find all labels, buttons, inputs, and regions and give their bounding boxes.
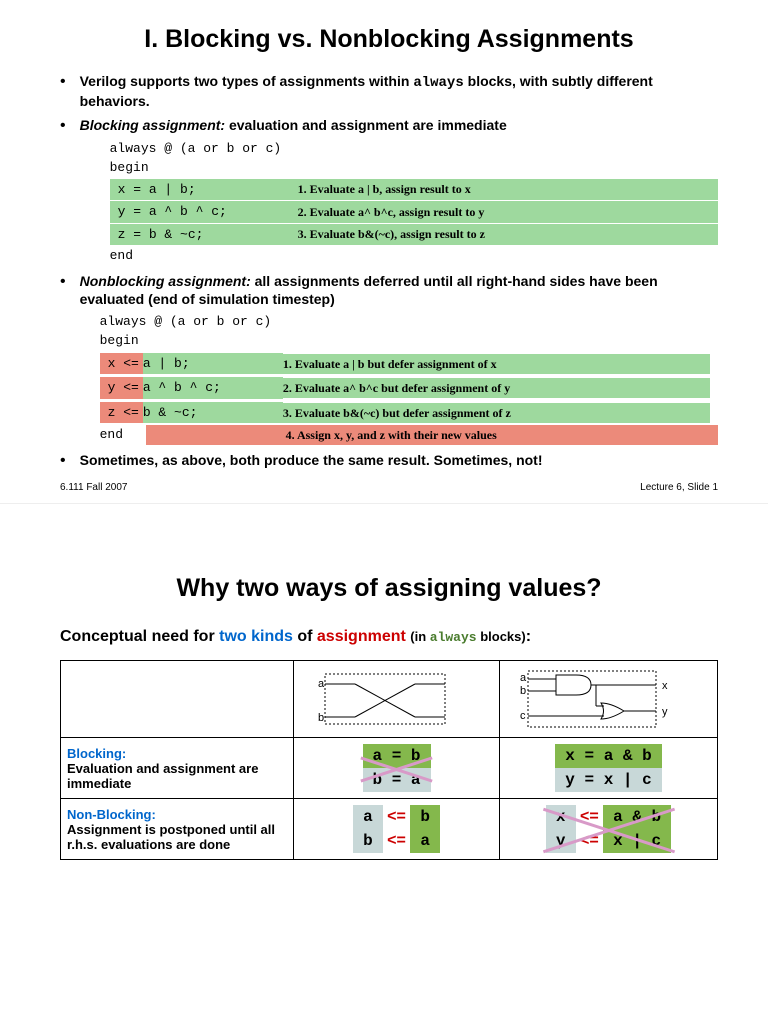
code2-r1-desc: 1. Evaluate a | b but defer assignment o… bbox=[283, 354, 710, 374]
eq-b3: b bbox=[353, 829, 383, 853]
code1-row1: x = a | b;1. Evaluate a | b, assign resu… bbox=[110, 179, 718, 201]
eq-a3: a bbox=[410, 829, 440, 853]
code1-row3: z = b & ~c;3. Evaluate b&(~c), assign re… bbox=[110, 224, 718, 246]
svg-text:c: c bbox=[520, 710, 526, 722]
swap-diagram-cell: a b bbox=[294, 661, 500, 738]
bullet-1: Verilog supports two types of assignment… bbox=[60, 72, 718, 110]
code1-r1-desc: 1. Evaluate a | b, assign result to x bbox=[298, 180, 471, 198]
slide1-title: I. Blocking vs. Nonblocking Assignments bbox=[60, 25, 718, 54]
bullet4-text: Sometimes, as above, both produce the sa… bbox=[80, 451, 718, 472]
bullet-2: Blocking assignment: evaluation and assi… bbox=[60, 116, 718, 265]
eq-x2: x bbox=[546, 805, 576, 829]
bullet3-title: Nonblocking assignment: bbox=[80, 273, 251, 289]
eq-le-3: <= bbox=[580, 808, 599, 825]
code2-r2-left: y <= bbox=[100, 377, 143, 399]
eq-rhs-xc: x | c bbox=[603, 829, 671, 853]
blocking-label: Blocking: Evaluation and assignment are … bbox=[61, 738, 294, 799]
code2-r3-left: z <= bbox=[100, 402, 143, 424]
code1-r3-desc: 3. Evaluate b&(~c), assign result to z bbox=[298, 225, 485, 243]
code1-r2-code: y = a ^ b ^ c; bbox=[118, 202, 298, 222]
code1-r3-code: z = b & ~c; bbox=[118, 225, 298, 245]
svg-text:x: x bbox=[662, 680, 668, 692]
code1-row2: y = a ^ b ^ c;2. Evaluate a^ b^c, assign… bbox=[110, 201, 718, 223]
code2-r3-right: b & ~c; bbox=[143, 402, 283, 424]
code2-line2: begin bbox=[100, 331, 718, 351]
svg-text:a: a bbox=[520, 672, 527, 684]
eq-y-xc: y = x | c bbox=[555, 768, 661, 792]
blocking-gates-cell: x = a & b y = x | c bbox=[500, 738, 718, 799]
svg-text:y: y bbox=[662, 706, 668, 718]
comparison-table: a b a b c x y bbox=[60, 660, 718, 860]
nonblocking-swap-cell: a <= b b <= a bbox=[294, 799, 500, 860]
svg-text:b: b bbox=[318, 712, 324, 724]
gates-diagram-cell: a b c x y bbox=[500, 661, 718, 738]
svg-text:b: b bbox=[520, 685, 526, 697]
footer-left: 6.111 Fall 2007 bbox=[60, 482, 127, 493]
code2-r2-right: a ^ b ^ c; bbox=[143, 377, 283, 399]
code2-r2-desc: 2. Evaluate a^ b^c but defer assignment … bbox=[283, 378, 710, 398]
code1-line1: always @ (a or b or c) bbox=[110, 139, 718, 159]
code2-row2: y <= a ^ b ^ c;2. Evaluate a^ b^c but de… bbox=[100, 376, 718, 400]
eq-rhs-ab: a & b bbox=[603, 805, 671, 829]
code1-r2-desc: 2. Evaluate a^ b^c, assign result to y bbox=[298, 203, 485, 221]
code1-line2: begin bbox=[110, 158, 718, 178]
eq-y2: y bbox=[546, 829, 576, 853]
code2-r3-desc: 3. Evaluate b&(~c) but defer assignment … bbox=[283, 403, 710, 423]
eq-x-ab: x = a & b bbox=[555, 744, 661, 768]
svg-text:a: a bbox=[318, 678, 325, 690]
eq-b-eq-a: b = a bbox=[363, 768, 431, 792]
bullet-4: Sometimes, as above, both produce the sa… bbox=[60, 451, 718, 472]
nonblocking-gates-cell: x <= a & b y <= x | c bbox=[500, 799, 718, 860]
slide2-title: Why two ways of assigning values? bbox=[60, 574, 718, 603]
blocking-swap-cell: a = b b = a bbox=[294, 738, 500, 799]
code2-end: end bbox=[100, 425, 146, 445]
bullet2-title: Blocking assignment: bbox=[80, 117, 225, 133]
code1-end: end bbox=[110, 246, 718, 266]
nonblocking-label: Non-Blocking: Assignment is postponed un… bbox=[61, 799, 294, 860]
eq-a-eq-b: a = b bbox=[363, 744, 431, 768]
code1-r1-code: x = a | b; bbox=[118, 180, 298, 200]
code2-r4-desc: 4. Assign x, y, and z with their new val… bbox=[286, 425, 718, 445]
bullet1-code: always bbox=[413, 75, 463, 91]
footer-right: Lecture 6, Slide 1 bbox=[640, 482, 718, 493]
bullet-3: Nonblocking assignment: all assignments … bbox=[60, 272, 718, 446]
code2-r1-right: a | b; bbox=[143, 353, 283, 375]
eq-b2: b bbox=[410, 805, 440, 829]
code2-row1: x <= a | b;1. Evaluate a | b but defer a… bbox=[100, 352, 718, 376]
conceptual-line: Conceptual need for two kinds of assignm… bbox=[60, 628, 718, 646]
code2-line1: always @ (a or b or c) bbox=[100, 312, 718, 332]
eq-le-1: <= bbox=[387, 808, 406, 825]
bullet1-text-a: Verilog supports two types of assignment… bbox=[80, 73, 414, 89]
eq-le-4: <= bbox=[580, 832, 599, 849]
code2-r1-left: x <= bbox=[100, 353, 143, 375]
code2-row3: z <= b & ~c;3. Evaluate b&(~c) but defer… bbox=[100, 401, 718, 425]
eq-le-2: <= bbox=[387, 832, 406, 849]
eq-a2: a bbox=[353, 805, 383, 829]
swap-diagram-icon: a b bbox=[300, 669, 460, 729]
bullet2-text: evaluation and assignment are immediate bbox=[225, 117, 507, 133]
gates-diagram-icon: a b c x y bbox=[506, 667, 676, 731]
